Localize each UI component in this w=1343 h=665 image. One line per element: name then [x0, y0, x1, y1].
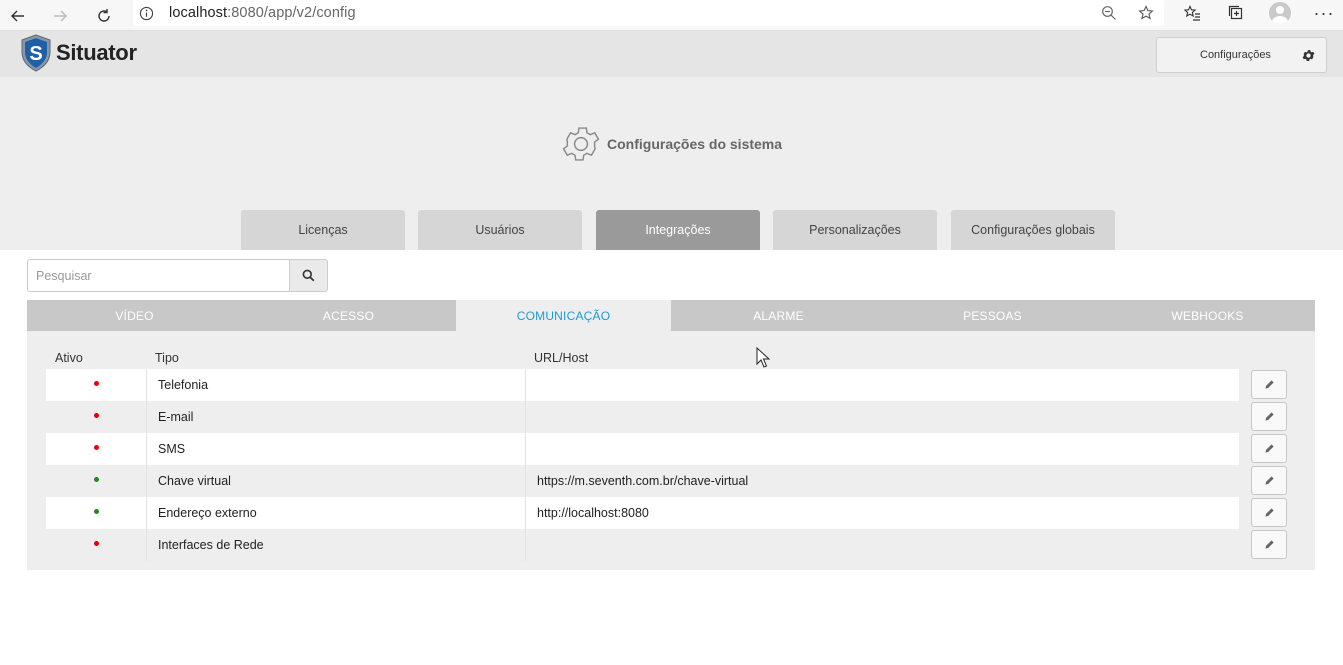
url-cell — [525, 401, 1239, 433]
tab-integracoes[interactable]: Integrações — [596, 210, 760, 250]
url-host: localhost — [169, 5, 228, 21]
edit-sms-button[interactable] — [1251, 434, 1287, 463]
edit-endereco-externo-button[interactable] — [1251, 498, 1287, 527]
status-cell — [46, 465, 146, 497]
integration-subtabs: VÍDEO ACESSO COMUNICAÇÃO ALARME PESSOAS … — [27, 300, 1315, 331]
settings-hero: Configurações do sistema Licenças Usuári… — [0, 77, 1343, 250]
url-cell: https://m.seventh.com.br/chave-virtual — [525, 465, 1239, 497]
tab-configuracoes-globais[interactable]: Configurações globais — [951, 210, 1115, 250]
search-icon — [302, 269, 315, 282]
subtab-alarme[interactable]: ALARME — [671, 300, 886, 331]
table-row: E-mail — [46, 401, 1239, 433]
status-off-indicator — [93, 540, 99, 546]
status-off-indicator — [93, 412, 99, 418]
avatar[interactable] — [1269, 2, 1291, 24]
url-text: localhost:8080/app/v2/config — [169, 5, 356, 21]
subtab-pessoas[interactable]: PESSOAS — [885, 300, 1100, 331]
pencil-icon — [1264, 540, 1274, 549]
url-cell — [525, 529, 1239, 561]
favorites-icon[interactable] — [1170, 5, 1214, 21]
url-cell — [525, 433, 1239, 465]
zoom-icon[interactable] — [1090, 5, 1127, 21]
url-cell: http://localhost:8080 — [525, 497, 1239, 529]
search-input[interactable] — [27, 259, 289, 292]
table-row: Endereço externo http://localhost:8080 — [46, 497, 1239, 529]
communication-panel: Ativo Tipo URL/Host Telefonia E-mail SMS… — [27, 331, 1315, 570]
search-button[interactable] — [289, 259, 328, 292]
type-cell: Telefonia — [146, 369, 525, 401]
more-icon[interactable]: ··· — [1302, 3, 1343, 24]
main-tabs: Licenças Usuários Integrações Personaliz… — [0, 210, 1343, 250]
page-title: Configurações do sistema — [559, 122, 782, 166]
status-off-indicator — [93, 444, 99, 450]
column-header-active: Ativo — [55, 351, 83, 365]
logo-text: Situator — [56, 40, 137, 65]
forward-icon[interactable] — [42, 0, 78, 31]
url-cell — [525, 369, 1239, 401]
edit-email-button[interactable] — [1251, 402, 1287, 431]
gear-icon — [1301, 48, 1316, 68]
pencil-icon — [1264, 412, 1274, 421]
type-cell: E-mail — [146, 401, 525, 433]
back-icon[interactable] — [0, 0, 36, 31]
type-cell: Endereço externo — [146, 497, 525, 529]
shield-logo-icon: S — [21, 34, 51, 72]
type-cell: Interfaces de Rede — [146, 529, 525, 561]
status-cell — [46, 529, 146, 561]
collections-icon[interactable] — [1214, 5, 1258, 21]
pencil-icon — [1264, 380, 1274, 389]
logo[interactable]: S Situator — [20, 34, 137, 72]
edit-interfaces-de-rede-button[interactable] — [1251, 530, 1287, 559]
edit-telefonia-button[interactable] — [1251, 370, 1287, 399]
type-cell: SMS — [146, 433, 525, 465]
subtab-webhooks[interactable]: WEBHOOKS — [1100, 300, 1315, 331]
status-cell — [46, 433, 146, 465]
tab-licencas[interactable]: Licenças — [241, 210, 405, 250]
search-bar — [27, 259, 328, 292]
status-cell — [46, 497, 146, 529]
type-cell: Chave virtual — [146, 465, 525, 497]
configurations-button-label: Configurações — [1200, 49, 1271, 61]
tab-personalizacoes[interactable]: Personalizações — [773, 210, 937, 250]
table-row: Telefonia — [46, 369, 1239, 401]
status-cell — [46, 401, 146, 433]
table-row: Interfaces de Rede — [46, 529, 1239, 561]
table-row: Chave virtual https://m.seventh.com.br/c… — [46, 465, 1239, 497]
app-header: S Situator Configurações — [0, 31, 1343, 77]
column-header-url: URL/Host — [534, 351, 589, 365]
column-header-type: Tipo — [155, 351, 179, 365]
info-icon[interactable] — [133, 0, 159, 26]
subtab-acesso[interactable]: ACESSO — [241, 300, 456, 331]
pencil-icon — [1264, 508, 1274, 517]
page-title-text: Configurações do sistema — [607, 136, 783, 152]
subtab-video[interactable]: VÍDEO — [27, 300, 242, 331]
address-bar[interactable]: localhost:8080/app/v2/config — [133, 0, 1164, 26]
pencil-icon — [1264, 444, 1274, 453]
status-on-indicator — [93, 476, 99, 482]
subtab-comunicacao[interactable]: COMUNICAÇÃO — [456, 300, 671, 331]
svg-text:S: S — [29, 43, 42, 65]
status-off-indicator — [93, 380, 99, 386]
url-path: :8080/app/v2/config — [227, 5, 356, 21]
edit-chave-virtual-button[interactable] — [1251, 466, 1287, 495]
refresh-icon[interactable] — [86, 0, 122, 31]
configurations-button[interactable]: Configurações — [1156, 37, 1327, 73]
mouse-cursor-icon — [756, 347, 770, 368]
tab-usuarios[interactable]: Usuários — [418, 210, 582, 250]
pencil-icon — [1264, 476, 1274, 485]
profile-icon[interactable] — [1258, 2, 1302, 24]
table-row: SMS — [46, 433, 1239, 465]
status-cell — [46, 369, 146, 401]
gear-icon — [562, 127, 600, 161]
status-on-indicator — [93, 508, 99, 514]
star-icon[interactable] — [1127, 5, 1164, 21]
browser-toolbar: localhost:8080/app/v2/config ··· — [0, 0, 1343, 31]
